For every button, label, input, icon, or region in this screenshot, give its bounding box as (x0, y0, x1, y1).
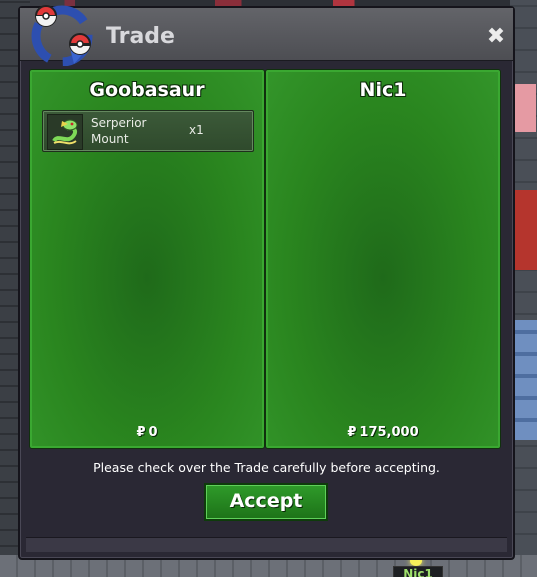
close-button[interactable]: ✖ (485, 26, 507, 48)
window-title: Trade (106, 24, 175, 49)
npc-name-tag[interactable]: Nic1 (393, 566, 443, 577)
window-bottom-bar (26, 537, 507, 552)
trader-panel-right: Nic1 ₽175,000 (266, 70, 500, 448)
item-name: Serperior Mount (91, 116, 147, 146)
background-tiles (512, 320, 537, 440)
pokedollar-icon: ₽ (347, 425, 357, 440)
trader-name: Goobasaur (89, 79, 205, 101)
trade-item[interactable]: Serperior Mount x1 (42, 110, 254, 152)
trader-panel-left: Goobasaur Serperior Mount x1 ₽0 (30, 70, 264, 448)
money-value: 0 (148, 425, 158, 440)
money-amount-right: ₽175,000 (268, 425, 498, 440)
background-building (512, 190, 537, 270)
pokedollar-icon: ₽ (136, 425, 146, 440)
accept-button[interactable]: Accept (204, 483, 328, 521)
serperior-icon (47, 114, 83, 150)
item-quantity: x1 (189, 123, 204, 137)
money-amount-left: ₽0 (32, 425, 262, 440)
money-value: 175,000 (359, 425, 419, 440)
trade-logo-icon (31, 5, 93, 66)
trader-name: Nic1 (359, 79, 407, 101)
background-character (512, 84, 536, 132)
trade-window: Trade ✖ Goobasaur Serperior Mount x1 ₽ 0… (18, 5, 515, 560)
trade-notice: Please check over the Trade carefully be… (93, 460, 440, 475)
